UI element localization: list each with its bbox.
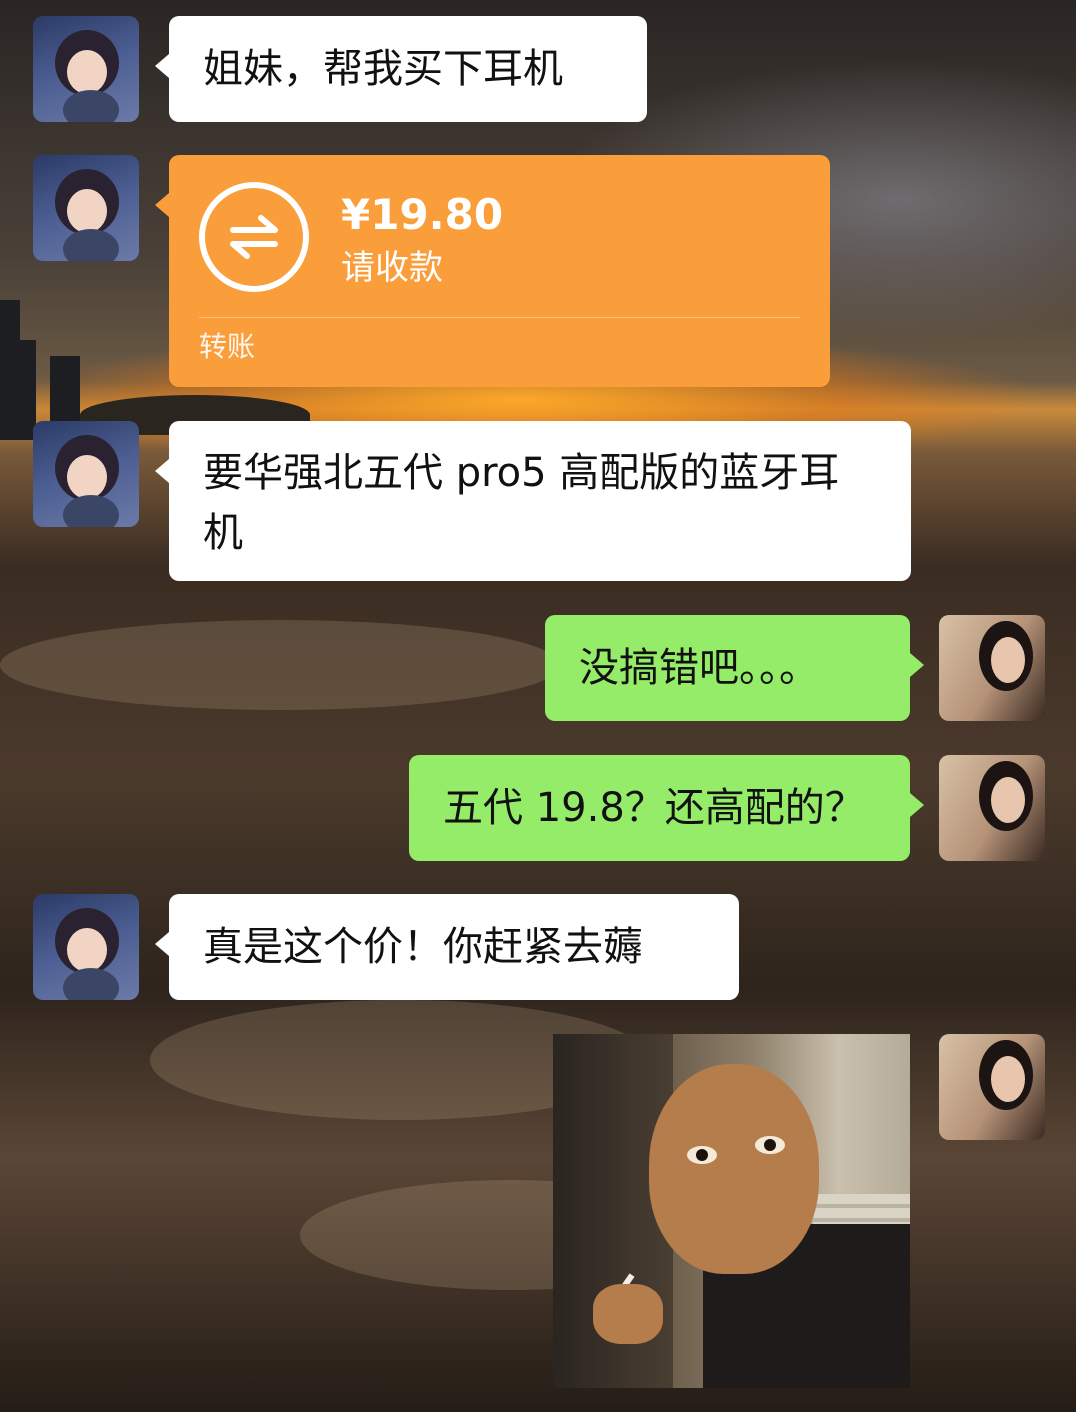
transfer-arrows-icon: [199, 182, 309, 292]
transfer-note: 请收款: [341, 248, 443, 288]
message-bubble-outgoing[interactable]: 没搞错吧。。。: [545, 615, 924, 721]
message-bubble-incoming[interactable]: 姐妹，帮我买下耳机: [155, 16, 647, 122]
meme-sticker-image[interactable]: [553, 1034, 910, 1388]
message-text: 姐妹，帮我买下耳机: [203, 46, 563, 92]
message-bubble-incoming[interactable]: 要华强北五代 pro5 高配版的蓝牙耳机: [155, 421, 911, 581]
user-avatar[interactable]: [939, 755, 1045, 861]
message-text: 要华强北五代 pro5 高配版的蓝牙耳机: [203, 450, 840, 556]
background-wave: [0, 620, 560, 710]
message-bubble-incoming[interactable]: 真是这个价！你赶紧去薅: [155, 894, 739, 1000]
message-text: 真是这个价！你赶紧去薅: [203, 924, 643, 970]
user-avatar[interactable]: [939, 615, 1045, 721]
background-building: [0, 300, 20, 440]
contact-avatar[interactable]: [33, 421, 139, 527]
contact-avatar[interactable]: [33, 155, 139, 261]
transfer-label: 转账: [199, 330, 256, 363]
contact-avatar[interactable]: [33, 894, 139, 1000]
contact-avatar[interactable]: [33, 16, 139, 122]
user-avatar[interactable]: [939, 1034, 1045, 1140]
transfer-amount: ¥19.80: [341, 190, 504, 239]
message-text: 没搞错吧。。。: [579, 645, 819, 691]
message-text: 五代 19.8？还高配的？: [443, 785, 865, 831]
meme-face: [649, 1064, 819, 1274]
transfer-divider: [199, 317, 800, 318]
message-bubble-outgoing[interactable]: 五代 19.8？还高配的？: [409, 755, 924, 861]
transfer-card[interactable]: ¥19.80 请收款 转账: [155, 155, 830, 387]
